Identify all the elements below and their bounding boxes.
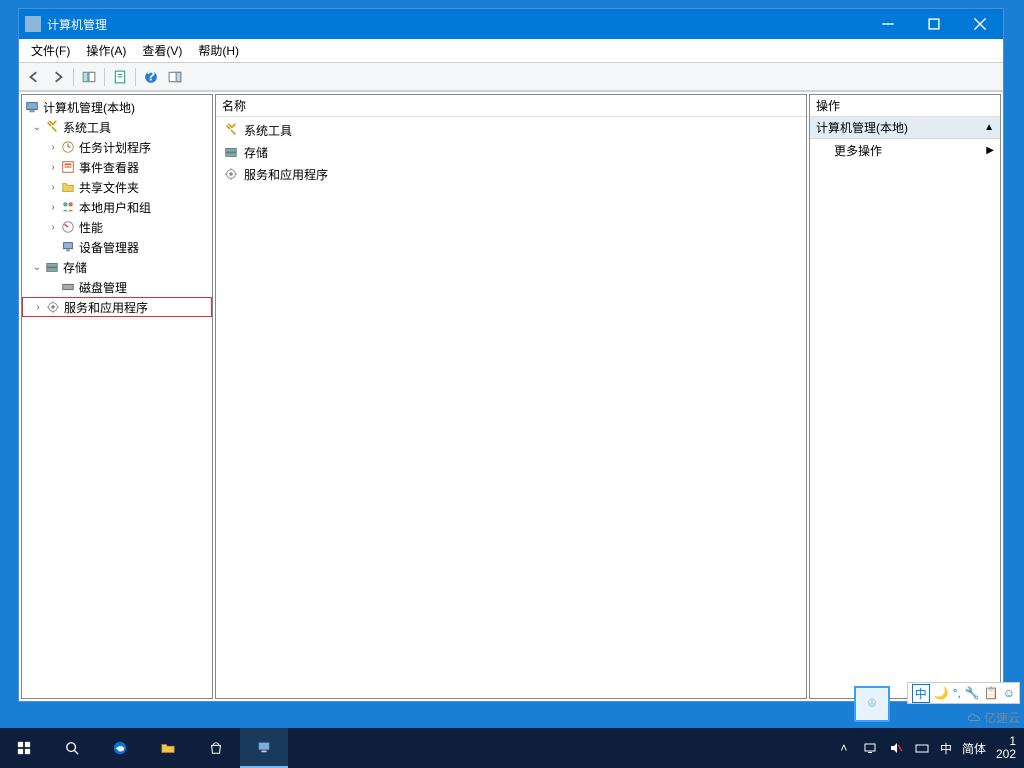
list-panel[interactable]: 名称 系统工具 存储 服务和应用程序 — [215, 94, 807, 699]
store-button[interactable] — [192, 728, 240, 768]
explorer-button[interactable] — [144, 728, 192, 768]
actions-header: 操作 — [810, 95, 1000, 117]
tray-keyboard-icon[interactable] — [914, 740, 930, 756]
menu-action[interactable]: 操作(A) — [78, 39, 134, 62]
toolbar-separator — [135, 68, 136, 86]
list-item-label: 服务和应用程序 — [244, 166, 328, 183]
tools-icon — [44, 119, 60, 135]
maximize-button[interactable] — [911, 9, 957, 39]
taskbar[interactable]: ˄ 中 简体 1 202 — [0, 728, 1024, 768]
toolbar: ? — [19, 63, 1003, 91]
edge-button[interactable] — [96, 728, 144, 768]
chevron-right-icon[interactable]: › — [46, 180, 60, 194]
chevron-right-icon[interactable]: › — [31, 300, 45, 314]
system-tray[interactable]: ˄ 中 简体 1 202 — [836, 735, 1024, 761]
storage-icon — [222, 144, 240, 160]
computer-management-window: 计算机管理 文件(F) 操作(A) 查看(V) 帮助(H) ? — [18, 8, 1004, 702]
tree-local-users[interactable]: › 本地用户和组 — [22, 197, 212, 217]
tree-device-manager[interactable]: 设备管理器 — [22, 237, 212, 257]
list-item-label: 系统工具 — [244, 122, 292, 139]
qq-avatar-icon[interactable] — [854, 686, 890, 722]
chevron-up-icon: ▲ — [984, 122, 994, 133]
tray-volume-icon[interactable] — [888, 740, 904, 756]
tree-event-viewer[interactable]: › 事件查看器 — [22, 157, 212, 177]
disk-icon — [60, 279, 76, 295]
titlebar[interactable]: 计算机管理 — [19, 9, 1003, 39]
back-button[interactable] — [23, 66, 45, 88]
content-area: 计算机管理(本地) ⌄ 系统工具 › 任务计划程序 › — [19, 91, 1003, 701]
services-icon — [222, 166, 240, 182]
actions-section[interactable]: 计算机管理(本地) ▲ — [810, 117, 1000, 139]
ime-punct[interactable]: °, — [953, 686, 961, 700]
services-icon — [45, 299, 61, 315]
list-item[interactable]: 存储 — [216, 141, 806, 163]
tree-panel[interactable]: 计算机管理(本地) ⌄ 系统工具 › 任务计划程序 › — [21, 94, 213, 699]
search-button[interactable] — [48, 728, 96, 768]
tray-ime-lang[interactable]: 中 — [940, 740, 952, 757]
help-button[interactable]: ? — [140, 66, 162, 88]
window-title: 计算机管理 — [47, 16, 865, 33]
show-actions-button[interactable] — [164, 66, 186, 88]
actions-panel: 操作 计算机管理(本地) ▲ 更多操作 ▶ — [809, 94, 1001, 699]
computer-management-taskbar-button[interactable] — [240, 728, 288, 768]
tray-network-icon[interactable] — [862, 740, 878, 756]
app-icon — [25, 16, 41, 32]
chevron-right-icon[interactable]: › — [46, 160, 60, 174]
ime-float-bar[interactable]: 中 🌙 °, 🔧 📋 ☺ — [907, 682, 1020, 704]
chevron-right-icon[interactable]: › — [46, 140, 60, 154]
list-item-label: 存储 — [244, 144, 268, 161]
ime-moon-icon[interactable]: 🌙 — [934, 686, 949, 700]
toolbar-separator — [73, 68, 74, 86]
tray-date[interactable]: 202 — [996, 748, 1016, 761]
properties-button[interactable] — [109, 66, 131, 88]
performance-icon — [60, 219, 76, 235]
chevron-down-icon[interactable]: ⌄ — [30, 120, 44, 134]
list-item[interactable]: 服务和应用程序 — [216, 163, 806, 185]
tree-root-node[interactable]: 计算机管理(本地) — [22, 97, 212, 117]
tools-icon — [222, 122, 240, 138]
list-header-name[interactable]: 名称 — [216, 95, 806, 117]
tree-disk-management[interactable]: 磁盘管理 — [22, 277, 212, 297]
menu-file[interactable]: 文件(F) — [23, 39, 78, 62]
close-button[interactable] — [957, 9, 1003, 39]
show-hide-tree-button[interactable] — [78, 66, 100, 88]
minimize-button[interactable] — [865, 9, 911, 39]
tree-performance[interactable]: › 性能 — [22, 217, 212, 237]
svg-text:?: ? — [147, 70, 156, 84]
event-icon — [60, 159, 76, 175]
device-icon — [60, 239, 76, 255]
tree-shared-folders[interactable]: › 共享文件夹 — [22, 177, 212, 197]
tree-system-tools[interactable]: ⌄ 系统工具 — [22, 117, 212, 137]
tree-task-scheduler[interactable]: › 任务计划程序 — [22, 137, 212, 157]
tree-storage[interactable]: ⌄ 存储 — [22, 257, 212, 277]
tray-ime-mode[interactable]: 简体 — [962, 740, 986, 757]
ime-clipboard-icon[interactable]: 📋 — [984, 686, 999, 700]
ime-char[interactable]: 中 — [912, 684, 930, 703]
forward-button[interactable] — [47, 66, 69, 88]
watermark: 亿速云 — [967, 709, 1020, 726]
ime-smile-icon[interactable]: ☺ — [1003, 686, 1015, 700]
start-button[interactable] — [0, 728, 48, 768]
chevron-right-icon[interactable]: › — [46, 220, 60, 234]
list-item[interactable]: 系统工具 — [216, 119, 806, 141]
menu-view[interactable]: 查看(V) — [134, 39, 190, 62]
actions-more[interactable]: 更多操作 ▶ — [810, 139, 1000, 161]
clock-icon — [60, 139, 76, 155]
menubar: 文件(F) 操作(A) 查看(V) 帮助(H) — [19, 39, 1003, 63]
folder-share-icon — [60, 179, 76, 195]
tray-chevron-icon[interactable]: ˄ — [836, 740, 852, 756]
chevron-right-icon[interactable]: › — [46, 200, 60, 214]
chevron-right-icon: ▶ — [986, 145, 994, 156]
users-icon — [60, 199, 76, 215]
chevron-down-icon[interactable]: ⌄ — [30, 260, 44, 274]
ime-wrench-icon[interactable]: 🔧 — [965, 686, 980, 700]
menu-help[interactable]: 帮助(H) — [190, 39, 247, 62]
tree-services-apps[interactable]: › 服务和应用程序 — [22, 297, 212, 317]
storage-icon — [44, 259, 60, 275]
window-controls — [865, 9, 1003, 39]
toolbar-separator — [104, 68, 105, 86]
computer-icon — [24, 99, 40, 115]
